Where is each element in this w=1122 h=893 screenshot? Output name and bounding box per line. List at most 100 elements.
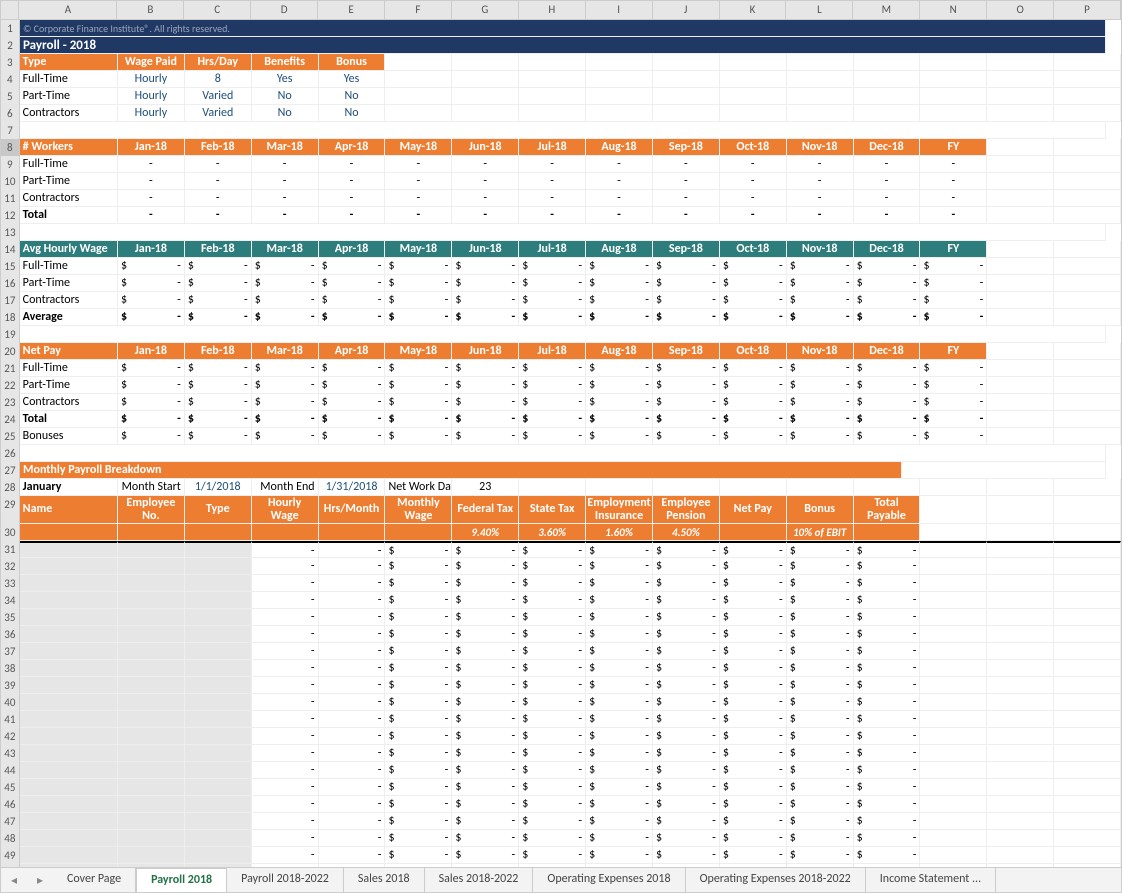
money-cell[interactable]: $-	[385, 258, 452, 275]
monthly-cell[interactable]	[1054, 779, 1121, 796]
monthly-cell[interactable]: $-	[519, 575, 586, 592]
monthly-cell[interactable]: -	[319, 609, 386, 626]
row-label[interactable]: Full-Time	[20, 156, 118, 173]
monthly-cell[interactable]: $-	[385, 677, 452, 694]
types-cell[interactable]	[385, 105, 452, 122]
dash-cell[interactable]: -	[519, 173, 586, 190]
monthly-cell[interactable]: -	[252, 643, 319, 660]
monthly-cell[interactable]	[118, 813, 185, 830]
monthly-cell[interactable]	[185, 711, 252, 728]
monthly-cell[interactable]: $-	[653, 813, 720, 830]
monthly-cell[interactable]	[920, 541, 987, 558]
types-cell[interactable]	[720, 71, 787, 88]
dash-cell[interactable]: -	[118, 207, 185, 224]
monthly-cell[interactable]	[920, 813, 987, 830]
types-cell[interactable]	[519, 88, 586, 105]
monthly-cell[interactable]: $-	[385, 711, 452, 728]
monthly-cell[interactable]: -	[252, 762, 319, 779]
monthly-cell[interactable]	[920, 796, 987, 813]
monthly-cell[interactable]	[20, 677, 118, 694]
monthly-cell[interactable]: -	[252, 660, 319, 677]
money-cell[interactable]: $-	[653, 258, 720, 275]
money-cell[interactable]: $-	[452, 411, 519, 428]
monthly-cell[interactable]: -	[319, 592, 386, 609]
money-cell[interactable]: $-	[252, 275, 319, 292]
monthly-cell[interactable]: $-	[586, 728, 653, 745]
monthly-cell[interactable]: -	[252, 847, 319, 864]
money-cell[interactable]: $-	[185, 411, 252, 428]
monthly-cell[interactable]	[987, 643, 1054, 660]
monthly-cell[interactable]	[185, 728, 252, 745]
monthly-cell[interactable]: $-	[586, 609, 653, 626]
monthly-cell[interactable]	[20, 728, 118, 745]
monthly-cell[interactable]: $-	[385, 762, 452, 779]
monthly-cell[interactable]: $-	[787, 643, 854, 660]
money-cell[interactable]: $-	[653, 292, 720, 309]
monthly-cell[interactable]	[987, 830, 1054, 847]
monthly-cell[interactable]: $-	[452, 609, 519, 626]
dash-cell[interactable]: -	[185, 207, 252, 224]
col-M[interactable]: M	[853, 1, 920, 19]
money-cell[interactable]: $-	[787, 411, 854, 428]
monthly-cell[interactable]	[920, 830, 987, 847]
money-cell[interactable]: $-	[185, 428, 252, 445]
monthly-cell[interactable]: -	[252, 575, 319, 592]
monthly-cell[interactable]: $-	[787, 677, 854, 694]
dash-cell[interactable]: -	[385, 173, 452, 190]
money-cell[interactable]: $-	[185, 292, 252, 309]
money-cell[interactable]: $-	[586, 377, 653, 394]
monthly-cell[interactable]: $-	[452, 660, 519, 677]
monthly-cell[interactable]: $-	[586, 558, 653, 575]
monthly-cell[interactable]: $-	[653, 558, 720, 575]
monthly-cell[interactable]: -	[252, 728, 319, 745]
dash-cell[interactable]: -	[653, 173, 720, 190]
money-cell[interactable]: $-	[787, 258, 854, 275]
monthly-cell[interactable]: $-	[787, 626, 854, 643]
money-cell[interactable]: $-	[920, 360, 987, 377]
dash-cell[interactable]: -	[452, 173, 519, 190]
dash-cell[interactable]: -	[319, 156, 386, 173]
monthly-cell[interactable]: -	[252, 830, 319, 847]
tab-next-icon[interactable]: ▸	[37, 873, 43, 888]
col-K[interactable]: K	[720, 1, 787, 19]
monthly-cell[interactable]: $-	[586, 745, 653, 762]
monthly-cell[interactable]: $-	[787, 558, 854, 575]
monthly-cell[interactable]: $-	[854, 660, 921, 677]
dash-cell[interactable]: -	[854, 190, 921, 207]
monthly-cell[interactable]	[118, 660, 185, 677]
money-cell[interactable]: $-	[653, 394, 720, 411]
monthly-cell[interactable]	[987, 626, 1054, 643]
monthly-cell[interactable]	[1054, 626, 1121, 643]
money-cell[interactable]: $-	[385, 360, 452, 377]
monthly-cell[interactable]: $-	[586, 813, 653, 830]
monthly-cell[interactable]: $-	[720, 677, 787, 694]
monthly-cell[interactable]: $-	[720, 609, 787, 626]
monthly-cell[interactable]	[20, 575, 118, 592]
monthly-cell[interactable]	[1054, 711, 1121, 728]
dash-cell[interactable]: -	[519, 190, 586, 207]
monthly-cell[interactable]	[118, 609, 185, 626]
monthly-cell[interactable]: $-	[385, 847, 452, 864]
monthly-cell[interactable]: $-	[519, 592, 586, 609]
monthly-cell[interactable]: $-	[720, 796, 787, 813]
money-cell[interactable]: $-	[519, 411, 586, 428]
monthly-cell[interactable]	[1054, 847, 1121, 864]
money-cell[interactable]: $-	[252, 394, 319, 411]
row-label[interactable]: Contractors	[20, 190, 118, 207]
monthly-cell[interactable]: $-	[787, 694, 854, 711]
money-cell[interactable]: $-	[920, 411, 987, 428]
monthly-cell[interactable]: $-	[519, 660, 586, 677]
monthly-cell[interactable]: $-	[586, 847, 653, 864]
money-cell[interactable]: $-	[854, 394, 921, 411]
types-cell[interactable]	[854, 105, 921, 122]
dash-cell[interactable]: -	[787, 156, 854, 173]
money-cell[interactable]: $-	[720, 275, 787, 292]
monthly-cell[interactable]: $-	[452, 728, 519, 745]
monthly-cell[interactable]: $-	[385, 643, 452, 660]
row-label[interactable]: Contractors	[20, 292, 118, 309]
money-cell[interactable]: $-	[920, 394, 987, 411]
monthly-cell[interactable]: $-	[854, 558, 921, 575]
monthly-cell[interactable]: $-	[787, 660, 854, 677]
monthly-cell[interactable]	[1054, 592, 1121, 609]
col-L[interactable]: L	[786, 1, 853, 19]
